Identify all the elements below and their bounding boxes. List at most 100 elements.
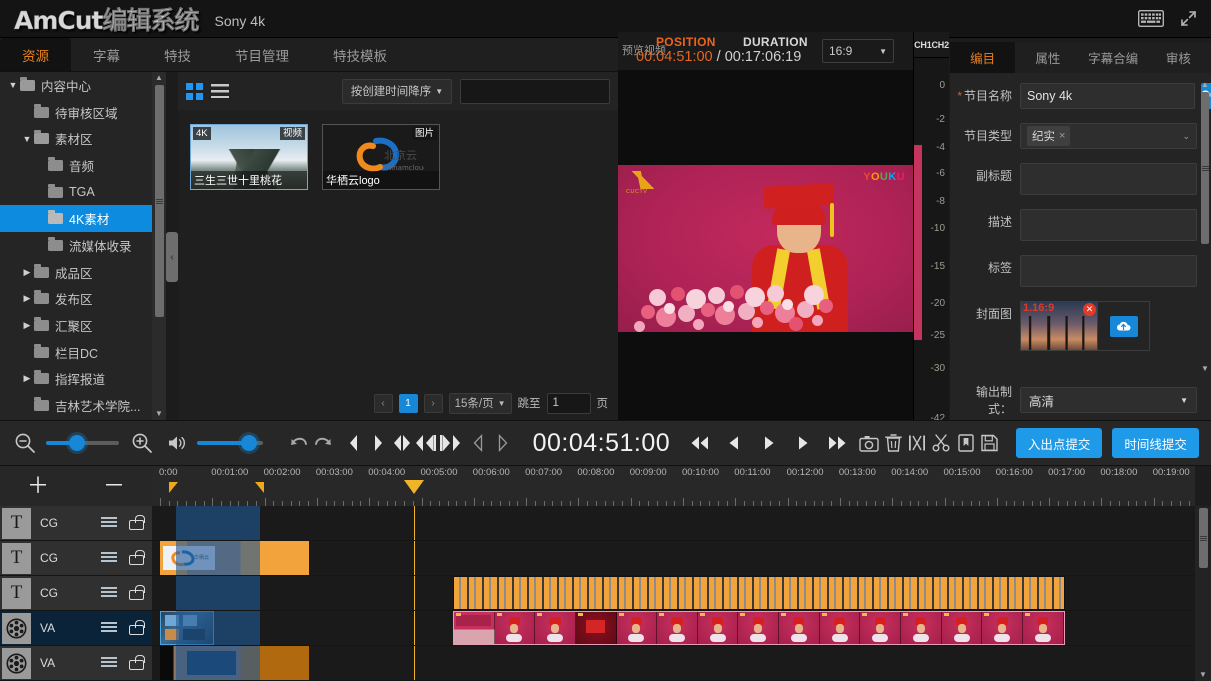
output-format-dropdown[interactable]: 高清 ▼ — [1020, 387, 1197, 413]
timeline-clip-source[interactable] — [160, 611, 214, 645]
timeline-clip[interactable] — [160, 646, 310, 680]
search-input[interactable] — [467, 85, 621, 97]
page-number-button[interactable]: 1 — [398, 393, 418, 413]
tree-item-7[interactable]: ▶ 成品区 — [0, 259, 152, 286]
tab-tejimoban[interactable]: 特技模板 — [311, 38, 409, 71]
scroll-up-icon[interactable]: ▲ — [1201, 79, 1209, 91]
remove-cover-icon[interactable]: ✕ — [1083, 303, 1096, 316]
scroll-up-icon[interactable]: ▲ — [155, 72, 163, 84]
timeline-track-4[interactable]: VA — [0, 646, 1195, 681]
timeline-scroll-thumb[interactable] — [1198, 508, 1208, 568]
subtitle-input[interactable] — [1020, 163, 1197, 195]
timeline-ruler[interactable]: 0:00 00:01:00 00:02:00 00:03:00 00:04:00 00:0… — [152, 466, 1195, 506]
volume-slider-knob[interactable] — [240, 435, 257, 451]
tree-item-5[interactable]: 4K素材 — [0, 205, 152, 233]
step-back-icon[interactable] — [722, 428, 746, 458]
cover-thumbnail[interactable]: 1.16:9 ✕ — [1020, 301, 1098, 351]
expand-icon[interactable] — [1180, 10, 1197, 27]
delete-icon[interactable] — [881, 428, 905, 458]
scissors-icon[interactable] — [929, 428, 953, 458]
track-header-4[interactable]: VA — [0, 646, 152, 680]
add-track-button[interactable]: ＋ — [27, 475, 49, 497]
submit-timeline-button[interactable]: 时间线提交 — [1112, 428, 1199, 458]
unlock-icon[interactable] — [129, 585, 145, 600]
tab-jiemuguanli[interactable]: 节目管理 — [213, 38, 311, 71]
timeline-clip[interactable] — [452, 576, 1065, 610]
fast-forward-icon[interactable] — [825, 428, 849, 458]
tab-shuxing[interactable]: 属性 — [1015, 42, 1080, 73]
media-item-video[interactable]: 4K 视频 三生三世十里桃花 — [190, 124, 308, 190]
mark-in-marker[interactable] — [169, 482, 179, 493]
grid-view-icon[interactable] — [186, 82, 203, 100]
volume-icon[interactable] — [167, 434, 189, 452]
playhead-handle[interactable] — [403, 480, 424, 494]
tree-item-12[interactable]: 吉林艺术学院... — [0, 392, 152, 419]
aspect-ratio-dropdown[interactable]: 16:9 ▼ — [822, 39, 894, 63]
track-body-3[interactable] — [152, 611, 1195, 645]
caret-expanded-icon[interactable]: ▼ — [20, 134, 34, 144]
program-name-input[interactable] — [1020, 83, 1195, 109]
caret-collapsed-icon[interactable]: ▶ — [20, 320, 34, 331]
trim-right-icon[interactable] — [438, 428, 462, 458]
sidebar-collapse-handle[interactable]: ‹ — [166, 232, 178, 282]
zoom-slider-knob[interactable] — [68, 435, 85, 451]
track-body-2[interactable] — [152, 576, 1195, 610]
track-lines-icon[interactable] — [101, 657, 117, 669]
unlock-icon[interactable] — [129, 655, 145, 670]
track-lines-icon[interactable] — [101, 517, 117, 529]
description-input[interactable] — [1020, 209, 1197, 241]
track-lines-icon[interactable] — [101, 552, 117, 564]
save-icon[interactable] — [978, 428, 1002, 458]
goto-in-out-icon[interactable] — [390, 428, 414, 458]
timeline-clip[interactable]: 华栖云 — [160, 541, 310, 575]
tab-shenhe[interactable]: 审核 — [1146, 42, 1211, 73]
metadata-scroll-thumb[interactable] — [1201, 92, 1209, 244]
tree-item-2[interactable]: ▼ 素材区 — [0, 125, 152, 152]
timeline-track-0[interactable]: T CG — [0, 506, 1195, 541]
tree-item-0[interactable]: ▼ 内容中心 — [0, 72, 152, 99]
mark-in-icon[interactable] — [341, 428, 365, 458]
sort-dropdown[interactable]: 按创建时间降序 ▼ — [342, 78, 452, 104]
tree-item-4[interactable]: TGA — [0, 179, 152, 206]
snapshot-icon[interactable] — [857, 428, 881, 458]
tree-item-10[interactable]: 栏目DC — [0, 339, 152, 366]
keyboard-icon[interactable] — [1138, 10, 1164, 27]
tab-ziyuan[interactable]: 资源 — [0, 38, 71, 71]
page-size-dropdown[interactable]: 15条/页 ▼ — [448, 392, 512, 414]
mark-out-icon[interactable] — [366, 428, 390, 458]
zoom-in-icon[interactable] — [131, 432, 153, 454]
metadata-scrollbar[interactable]: ▲ ▼ — [1199, 79, 1211, 375]
unlock-icon[interactable] — [129, 515, 145, 530]
unlock-icon[interactable] — [129, 620, 145, 635]
mark-out-marker[interactable] — [255, 482, 265, 493]
track-header-0[interactable]: T CG — [0, 506, 152, 540]
trim-left-icon[interactable] — [414, 428, 438, 458]
tab-teji[interactable]: 特技 — [142, 38, 213, 71]
search-box[interactable] — [460, 78, 621, 104]
submit-inout-button[interactable]: 入出点提交 — [1015, 428, 1103, 458]
timeline-track-2[interactable]: T CG — [0, 576, 1195, 611]
split-icon[interactable] — [905, 428, 929, 458]
track-lines-icon[interactable] — [101, 587, 117, 599]
remove-track-button[interactable]: － — [103, 475, 125, 497]
bookmark-icon[interactable] — [954, 428, 978, 458]
timeline-track-1[interactable]: T CG 华栖云 — [0, 541, 1195, 576]
undo-icon[interactable] — [287, 428, 311, 458]
tree-item-3[interactable]: 音频 — [0, 152, 152, 179]
redo-icon[interactable] — [311, 428, 335, 458]
scroll-down-icon[interactable]: ▼ — [1199, 669, 1207, 681]
caret-expanded-icon[interactable]: ▼ — [6, 80, 20, 90]
track-header-3[interactable]: VA — [0, 611, 152, 645]
tab-zimu[interactable]: 字幕 — [71, 38, 142, 71]
sidebar-scroll-thumb[interactable] — [154, 85, 164, 317]
tab-zimuhebian[interactable]: 字幕合编 — [1081, 42, 1146, 73]
caret-collapsed-icon[interactable]: ▶ — [20, 293, 34, 304]
video-preview[interactable]: CUCTV YOUKU — [618, 165, 913, 332]
timeline-clip-video[interactable] — [452, 611, 1065, 645]
tree-item-11[interactable]: ▶ 指挥报道 — [0, 366, 152, 393]
unlock-icon[interactable] — [129, 550, 145, 565]
clear-in-icon[interactable] — [466, 428, 490, 458]
track-body-4[interactable] — [152, 646, 1195, 680]
caret-collapsed-icon[interactable]: ▶ — [20, 267, 34, 278]
step-forward-icon[interactable] — [791, 428, 815, 458]
